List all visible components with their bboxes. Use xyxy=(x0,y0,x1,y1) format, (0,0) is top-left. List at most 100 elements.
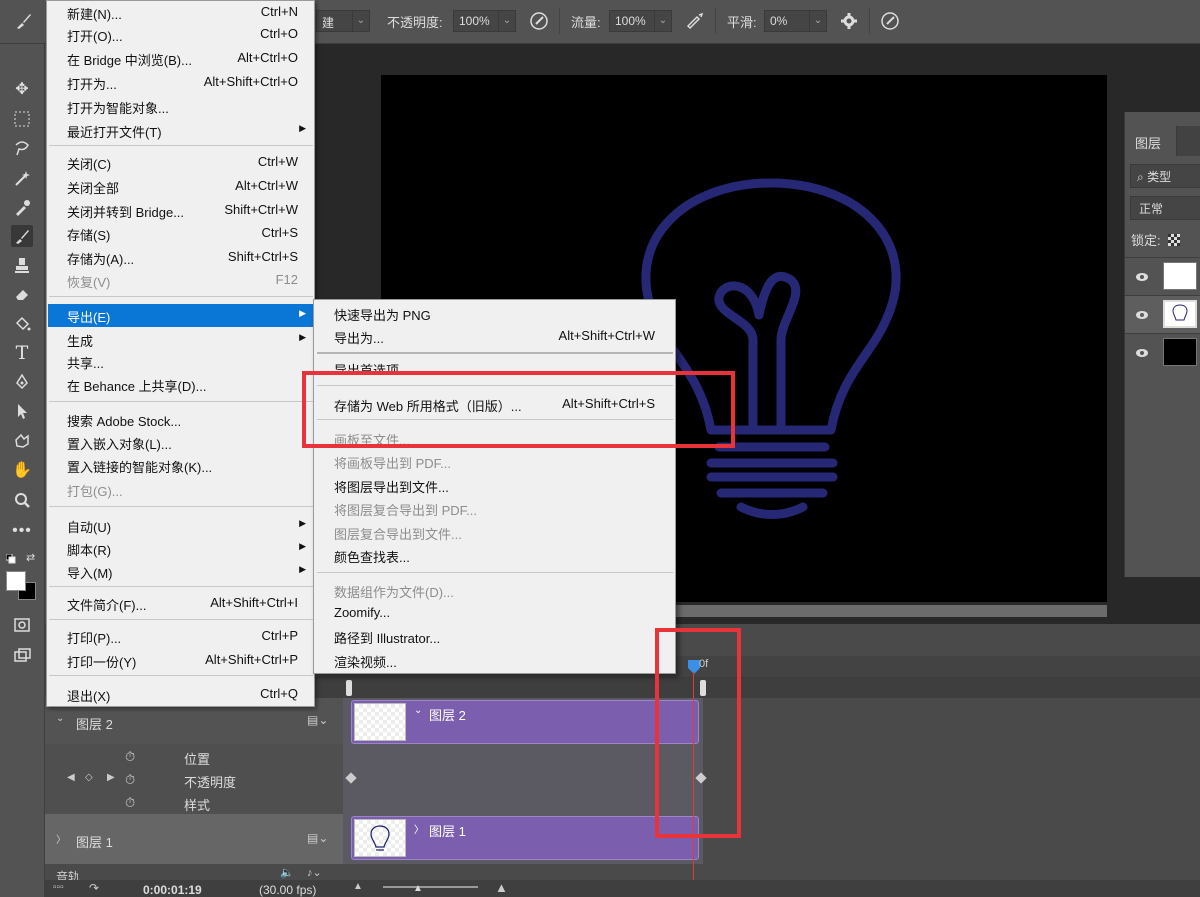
layer-filter-dropdown[interactable]: ⌕ 类型 xyxy=(1130,164,1200,188)
paint-bucket-tool-icon[interactable] xyxy=(11,312,33,334)
stopwatch-icon[interactable]: ⏱ xyxy=(125,795,135,811)
menu-item-import[interactable]: 导入(M) ▶ xyxy=(48,560,314,583)
menu-item-zoomify[interactable]: Zoomify... xyxy=(315,602,675,625)
menu-item-print[interactable]: 打印(P)... Ctrl+P xyxy=(48,625,314,648)
work-area-start-handle[interactable] xyxy=(346,680,352,696)
menu-item-open-as-smart-object[interactable]: 打开为智能对象... xyxy=(48,95,314,118)
more-tools-icon[interactable]: ••• xyxy=(11,520,33,542)
menu-item-save-as[interactable]: 存储为(A)... Shift+Ctrl+S xyxy=(48,246,314,269)
stamp-tool-icon[interactable] xyxy=(11,254,33,276)
pen-tool-icon[interactable] xyxy=(11,371,33,393)
zoom-in-icon[interactable]: ▲ xyxy=(495,880,508,895)
menu-item-render-video[interactable]: 渲染视频... xyxy=(315,649,675,672)
pressure-opacity-icon[interactable] xyxy=(529,11,549,31)
speaker-icon[interactable]: 🔈 xyxy=(280,866,294,879)
layer1-clip[interactable]: 〉 图层 1 xyxy=(351,816,699,860)
marquee-tool-icon[interactable] xyxy=(11,108,33,130)
swap-colors-icon[interactable]: ⇄ xyxy=(26,551,35,564)
quick-mask-icon[interactable] xyxy=(11,614,33,636)
blend-mode-dropdown[interactable]: 正常 xyxy=(1130,196,1200,220)
menu-item-export-as[interactable]: 导出为... Alt+Shift+Ctrl+W xyxy=(315,325,675,348)
chevron-right-icon[interactable]: 〉 xyxy=(56,831,66,846)
menu-item-exit[interactable]: 退出(X) Ctrl+Q xyxy=(48,683,314,706)
lasso-tool-icon[interactable] xyxy=(11,137,33,159)
menu-item-new[interactable]: 新建(N)... Ctrl+N xyxy=(48,1,314,24)
menu-item-save[interactable]: 存储(S) Ctrl+S xyxy=(48,222,314,245)
menu-item-automate[interactable]: 自动(U) ▶ xyxy=(48,514,314,537)
type-tool-icon[interactable]: T xyxy=(11,342,33,364)
menu-item-scripts[interactable]: 脚本(R) ▶ xyxy=(48,537,314,560)
menu-item-search-adobe-stock[interactable]: 搜索 Adobe Stock... xyxy=(48,408,314,431)
airbrush-icon[interactable] xyxy=(685,11,705,31)
menu-item-place-embedded[interactable]: 置入嵌入对象(L)... xyxy=(48,431,314,454)
add-keyframe-icon[interactable]: ◇ xyxy=(85,772,93,783)
menu-item-share[interactable]: 共享... xyxy=(48,350,314,373)
zoom-out-icon[interactable]: ▲ xyxy=(353,881,363,892)
layer2-clip[interactable]: ⌄ 图层 2 xyxy=(351,700,699,744)
keyframe-marker[interactable] xyxy=(345,772,357,784)
gear-icon[interactable] xyxy=(839,11,859,31)
layer-row-selected[interactable] xyxy=(1125,295,1200,333)
tab-layers[interactable]: 图层 xyxy=(1125,126,1177,156)
menu-item-export[interactable]: 导出(E) ▶ xyxy=(48,304,314,327)
menu-item-open-as[interactable]: 打开为... Alt+Shift+Ctrl+O xyxy=(48,71,314,94)
path-selection-tool-icon[interactable] xyxy=(11,400,33,422)
eye-icon[interactable] xyxy=(1135,270,1149,281)
menu-item-close[interactable]: 关闭(C) Ctrl+W xyxy=(48,151,314,174)
eye-icon[interactable] xyxy=(1135,308,1149,319)
render-icon[interactable]: ↷ xyxy=(89,881,99,895)
screen-mode-icon[interactable] xyxy=(11,644,33,666)
brush-tool-icon[interactable] xyxy=(14,11,34,31)
menu-item-share-on-behance[interactable]: 在 Behance 上共享(D)... xyxy=(48,373,314,396)
flow-dropdown-arrow[interactable]: ⌄ xyxy=(654,10,672,32)
magic-wand-tool-icon[interactable] xyxy=(11,167,33,189)
menu-item-print-one-copy[interactable]: 打印一份(Y) Alt+Shift+Ctrl+P xyxy=(48,649,314,672)
eye-icon[interactable] xyxy=(1135,346,1149,357)
horizontal-scrollbar[interactable] xyxy=(675,605,1107,617)
prev-keyframe-icon[interactable]: ◀ xyxy=(67,772,75,783)
chevron-right-icon[interactable]: 〉 xyxy=(414,821,424,836)
brush-tool-icon[interactable] xyxy=(11,225,33,247)
stopwatch-icon[interactable]: ⏱ xyxy=(125,749,135,765)
zoom-slider-thumb[interactable]: ▲ xyxy=(413,883,423,894)
pressure-size-icon[interactable] xyxy=(880,11,900,31)
eraser-tool-icon[interactable] xyxy=(11,283,33,305)
menu-item-open[interactable]: 打开(O)... Ctrl+O xyxy=(48,23,314,46)
film-strip-icon[interactable]: ▤⌄ xyxy=(307,831,328,845)
layer-row[interactable] xyxy=(1125,333,1200,371)
zoom-tool-icon[interactable] xyxy=(11,489,33,511)
menu-item-paths-to-illustrator[interactable]: 路径到 Illustrator... xyxy=(315,625,675,648)
zoom-slider[interactable] xyxy=(383,886,478,888)
frame-mode-icon[interactable]: ▫▫▫ xyxy=(53,882,64,893)
hand-tool-icon[interactable]: ✋ xyxy=(11,459,33,481)
menu-item-close-all[interactable]: 关闭全部 Alt+Ctrl+W xyxy=(48,175,314,198)
menu-item-open-recent[interactable]: 最近打开文件(T) ▶ xyxy=(48,119,314,142)
eyedropper-tool-icon[interactable] xyxy=(11,196,33,218)
menu-item-quick-export-png[interactable]: 快速导出为 PNG xyxy=(315,302,675,325)
menu-item-file-info[interactable]: 文件简介(F)... Alt+Shift+Ctrl+I xyxy=(48,592,314,615)
next-keyframe-icon[interactable]: ▶ xyxy=(107,772,115,783)
film-strip-icon[interactable]: ▤⌄ xyxy=(307,713,328,727)
chevron-down-icon[interactable]: ⌄ xyxy=(414,705,422,716)
menu-item-browse-in-bridge[interactable]: 在 Bridge 中浏览(B)... Alt+Ctrl+O xyxy=(48,47,314,70)
flow-input[interactable]: 100% xyxy=(609,10,655,32)
default-colors-icon[interactable] xyxy=(5,552,16,564)
layer1-header[interactable]: 〉 图层 1 ▤⌄ xyxy=(45,814,343,864)
move-tool-icon[interactable]: ✥ xyxy=(11,78,33,100)
menu-item-generate[interactable]: 生成 ▶ xyxy=(48,328,314,351)
lock-transparent-pixels-icon[interactable] xyxy=(1168,234,1181,246)
opacity-input[interactable]: 100% xyxy=(453,10,499,32)
opacity-dropdown-arrow[interactable]: ⌄ xyxy=(498,10,516,32)
smoothing-input[interactable]: 0% xyxy=(764,10,810,32)
menu-item-color-lookup-tables[interactable]: 颜色查找表... xyxy=(315,544,675,567)
stopwatch-icon[interactable]: ⏱ xyxy=(125,772,135,788)
music-note-icon[interactable]: ♪⌄ xyxy=(307,866,322,879)
custom-shape-tool-icon[interactable] xyxy=(11,430,33,452)
menu-item-close-and-go-to-bridge[interactable]: 关闭并转到 Bridge... Shift+Ctrl+W xyxy=(48,199,314,222)
mode-dropdown-arrow[interactable]: ⌄ xyxy=(352,10,370,32)
foreground-color-swatch[interactable] xyxy=(6,571,26,591)
layer-row[interactable] xyxy=(1125,257,1200,295)
menu-item-layers-to-files[interactable]: 将图层导出到文件... xyxy=(315,474,675,497)
timeline-work-area-bar[interactable] xyxy=(300,678,1200,698)
chevron-down-icon[interactable]: ⌄ xyxy=(56,713,64,724)
